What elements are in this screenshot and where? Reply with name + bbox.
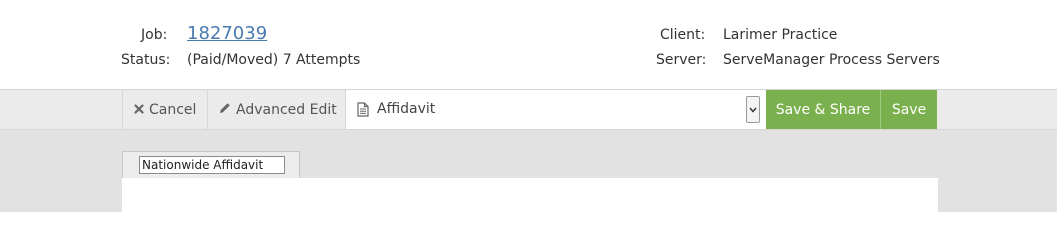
job-info-header: Job: 1827039 Status: (Paid/Moved) 7 Atte… xyxy=(0,0,1057,89)
pencil-icon xyxy=(219,102,231,118)
template-select-value: Affidavit xyxy=(377,101,436,117)
template-select[interactable]: Affidavit xyxy=(346,90,766,129)
status-label: Status: xyxy=(121,52,171,68)
save-and-share-button[interactable]: Save & Share xyxy=(766,90,880,129)
client-value: Larimer Practice xyxy=(723,27,838,43)
status-value: (Paid/Moved) 7 Attempts xyxy=(187,52,361,68)
cancel-button[interactable]: Cancel xyxy=(122,90,208,129)
server-label: Server: xyxy=(656,52,707,68)
times-icon xyxy=(134,102,144,118)
document-icon xyxy=(357,102,369,121)
server-value: ServeManager Process Servers xyxy=(723,52,940,68)
job-label: Job: xyxy=(141,27,168,43)
advanced-edit-button[interactable]: Advanced Edit xyxy=(208,90,346,129)
document-page[interactable] xyxy=(122,178,938,212)
client-label: Client: xyxy=(660,27,706,43)
cancel-label: Cancel xyxy=(149,101,197,118)
advanced-edit-label: Advanced Edit xyxy=(236,101,337,118)
document-tab[interactable] xyxy=(122,151,300,179)
save-button[interactable]: Save xyxy=(881,90,937,129)
chevron-down-icon[interactable] xyxy=(746,96,760,123)
job-number-link[interactable]: 1827039 xyxy=(187,23,267,45)
document-name-input[interactable] xyxy=(139,156,285,174)
editor-toolbar: Cancel Advanced Edit Affidavit Save & Sh… xyxy=(0,89,1057,130)
editor-workspace xyxy=(0,130,1057,212)
